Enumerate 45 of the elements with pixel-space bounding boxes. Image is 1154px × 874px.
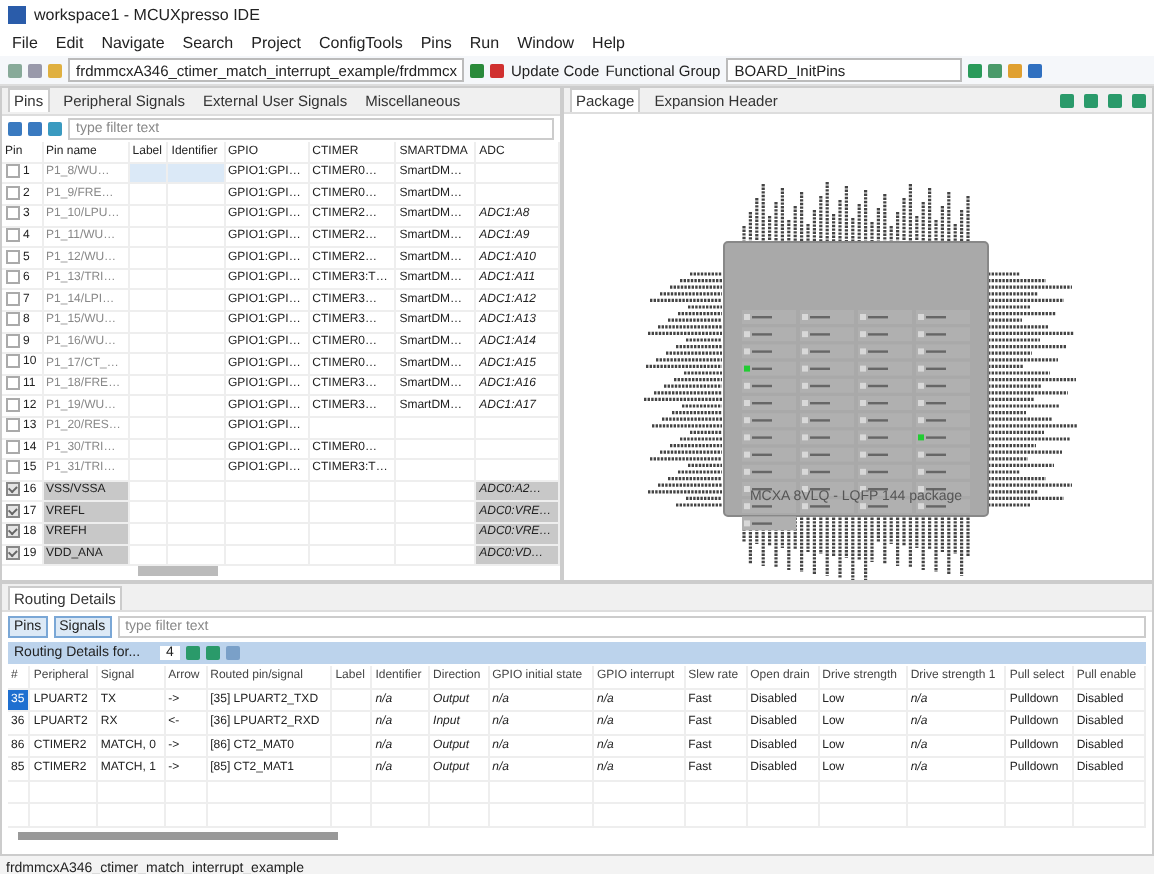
pin-checkbox[interactable] bbox=[5, 206, 19, 221]
pin-checkbox[interactable] bbox=[5, 312, 19, 327]
pin-checkbox[interactable] bbox=[5, 164, 19, 179]
window-title: workspace1 - MCUXpresso IDE bbox=[34, 5, 260, 23]
menu-item[interactable]: Search bbox=[182, 33, 234, 51]
menu-item[interactable]: Run bbox=[469, 33, 500, 51]
table-cell bbox=[128, 522, 168, 545]
table-cell bbox=[475, 459, 559, 481]
table-cell bbox=[475, 417, 559, 439]
pin-checkbox[interactable] bbox=[5, 249, 19, 263]
table-cell bbox=[395, 544, 476, 566]
pin-checkbox[interactable] bbox=[5, 227, 19, 242]
pin-checkbox[interactable] bbox=[5, 291, 19, 306]
table-cell bbox=[128, 480, 168, 502]
table-cell bbox=[167, 183, 224, 206]
menu-item[interactable]: Help bbox=[592, 33, 625, 51]
pin-checkbox[interactable] bbox=[5, 354, 19, 369]
pin-checkbox[interactable] bbox=[5, 270, 19, 285]
pin-checkbox[interactable] bbox=[5, 185, 19, 200]
pin-checkbox[interactable] bbox=[5, 376, 19, 391]
table-cell bbox=[475, 162, 559, 184]
table-cell bbox=[395, 501, 476, 523]
menu-item[interactable]: Pins bbox=[420, 33, 452, 51]
scrollbar-thumb[interactable] bbox=[138, 566, 218, 577]
pin-checkbox[interactable] bbox=[5, 439, 19, 454]
scrollbar-thumb[interactable] bbox=[18, 831, 338, 839]
menu-item[interactable]: Navigate bbox=[101, 33, 165, 51]
table-cell bbox=[128, 183, 168, 206]
menu-item[interactable]: Window bbox=[517, 33, 575, 51]
table-cell bbox=[395, 459, 476, 481]
table-cell bbox=[475, 183, 559, 206]
menu-item[interactable]: ConfigTools bbox=[319, 33, 403, 51]
app-logo-icon bbox=[8, 5, 26, 23]
table-cell bbox=[128, 501, 168, 523]
pin-checkbox[interactable] bbox=[5, 397, 19, 412]
table-cell bbox=[475, 438, 559, 460]
table-cell bbox=[128, 459, 168, 481]
table-cell bbox=[395, 522, 476, 545]
pin-checkbox[interactable] bbox=[5, 333, 19, 348]
menu-item[interactable]: File bbox=[12, 33, 38, 51]
menu-item[interactable]: Edit bbox=[55, 33, 84, 51]
pin-checkbox[interactable] bbox=[5, 418, 19, 433]
menu-item[interactable]: Project bbox=[251, 33, 302, 51]
pin-checkbox[interactable] bbox=[5, 460, 19, 475]
table-cell bbox=[395, 480, 476, 502]
